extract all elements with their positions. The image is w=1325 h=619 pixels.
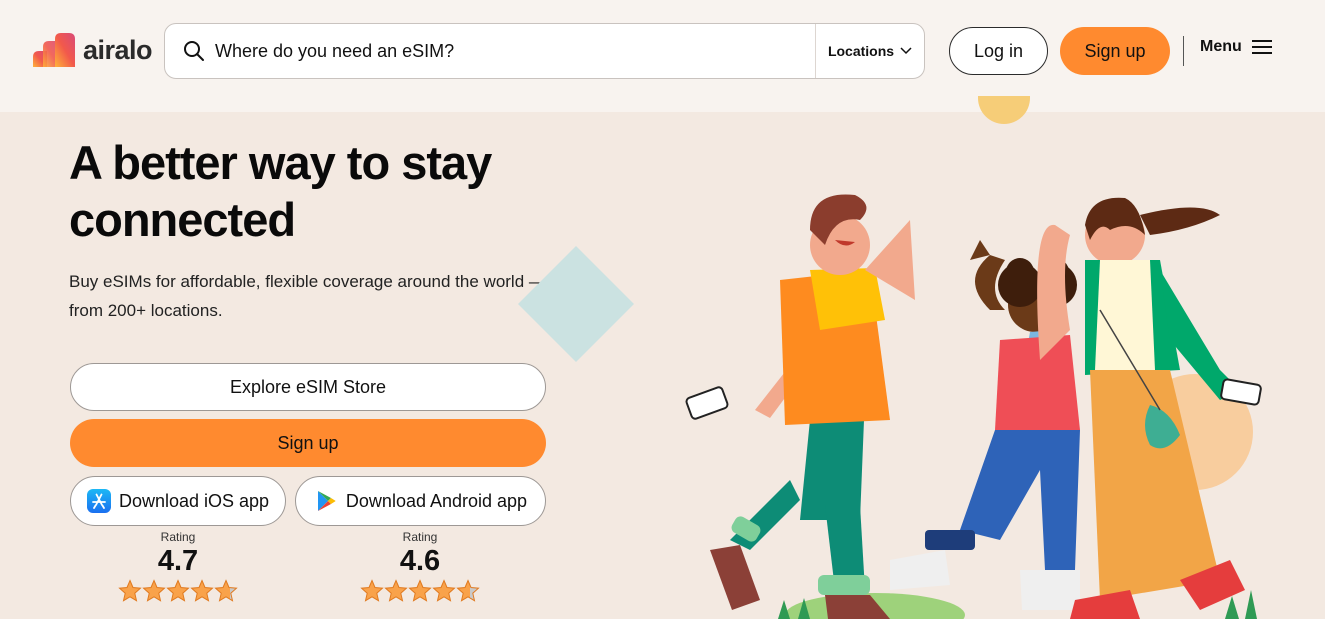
app-store-icon: [86, 489, 111, 513]
star-icon: [190, 579, 214, 602]
rating-label: Rating: [402, 530, 438, 544]
star-icon: [142, 579, 166, 602]
decorative-diamond: [518, 246, 634, 362]
header-signup-button[interactable]: Sign up: [1060, 27, 1170, 75]
download-ios-button[interactable]: Download iOS app: [70, 476, 286, 526]
chevron-down-icon: [900, 47, 912, 55]
hero-signup-button[interactable]: Sign up: [70, 419, 546, 467]
star-icon: [118, 579, 142, 602]
ios-label: Download iOS app: [118, 490, 270, 511]
google-play-icon: [317, 491, 336, 511]
ios-rating: Rating 4.7: [108, 530, 248, 603]
hamburger-icon: [1251, 40, 1272, 54]
search-bar: Locations: [164, 23, 925, 79]
explore-store-button[interactable]: Explore eSIM Store: [70, 363, 546, 411]
menu-label: Menu: [1200, 38, 1242, 55]
rating-label: Rating: [160, 530, 196, 544]
star-icon: [384, 579, 408, 602]
hero-title: A better way to stay connected: [69, 136, 492, 246]
download-android-button[interactable]: Download Android app: [295, 476, 546, 526]
locations-label: Locations: [827, 43, 895, 59]
decorative-sun: [978, 96, 1030, 124]
star-icon: [432, 579, 456, 602]
android-label: Download Android app: [345, 490, 528, 511]
login-button[interactable]: Log in: [949, 27, 1048, 75]
locations-dropdown[interactable]: Locations: [815, 24, 924, 78]
airalo-logo[interactable]: airalo: [33, 33, 153, 67]
logo-icon: [33, 33, 75, 67]
rating-value: 4.6: [399, 545, 441, 577]
star-rating: [108, 579, 248, 603]
android-rating: Rating 4.6: [350, 530, 490, 603]
logo-text: airalo: [83, 34, 153, 65]
rating-value: 4.7: [157, 545, 199, 577]
star-rating: [350, 579, 490, 603]
star-icon: [360, 579, 384, 602]
people-illustration: [685, 194, 1262, 619]
menu-button[interactable]: Menu: [1200, 38, 1272, 56]
star-icon: [408, 579, 432, 602]
search-input[interactable]: [215, 31, 805, 71]
header-divider: [1183, 36, 1184, 66]
star-icon: [166, 579, 190, 602]
star-icon: [214, 579, 238, 602]
search-icon: [184, 41, 204, 61]
site-header: airalo Locations Log in Sign up Menu: [0, 0, 1325, 112]
star-icon: [456, 579, 480, 602]
